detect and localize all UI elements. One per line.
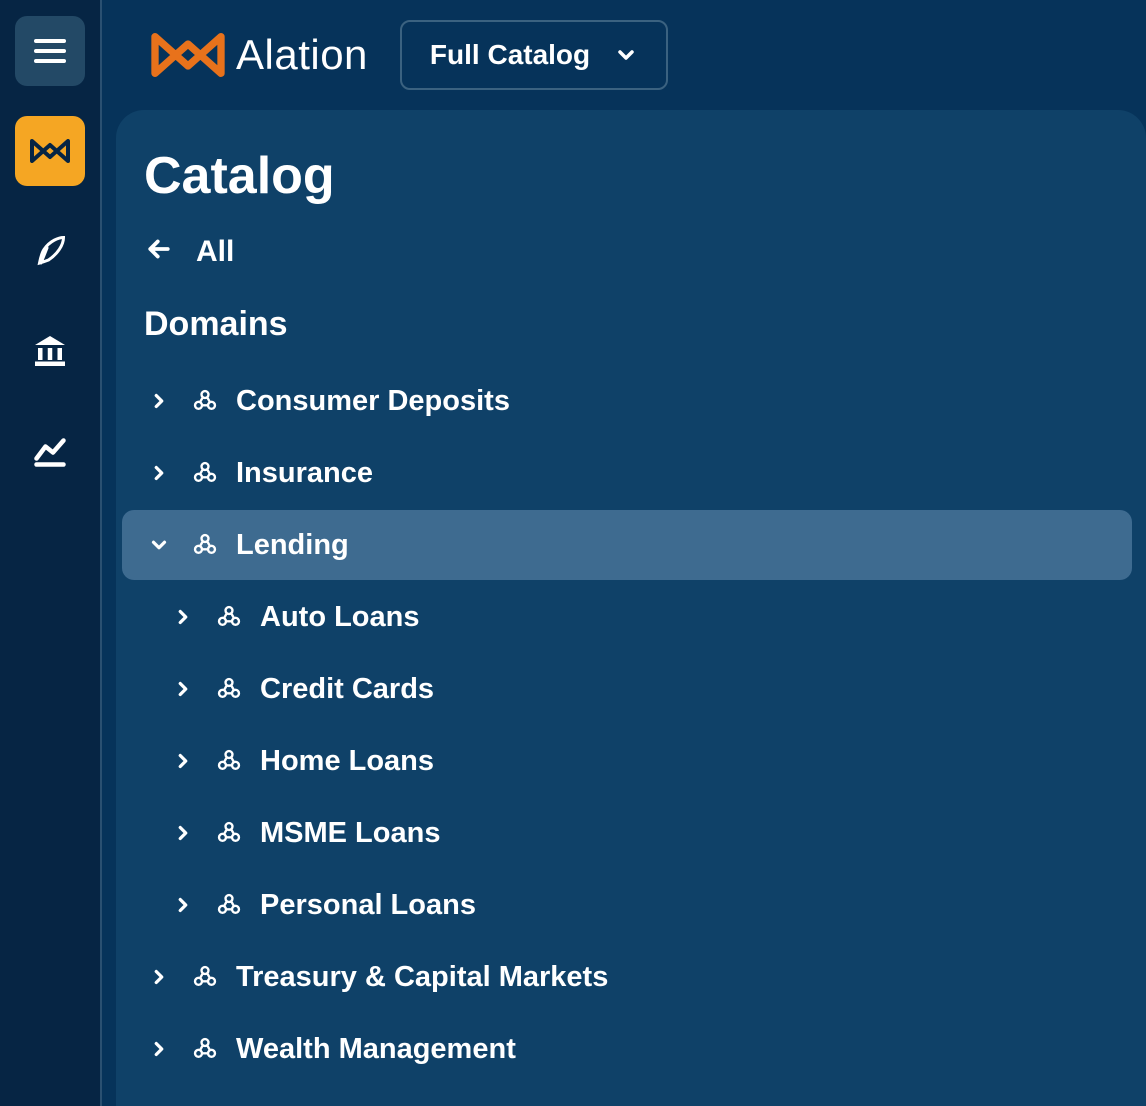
domain-label: Lending [236, 529, 349, 562]
catalog-scope-label: Full Catalog [430, 39, 590, 71]
chevron-right-icon[interactable] [144, 458, 174, 488]
domain-icon [190, 386, 220, 416]
domain-icon [190, 530, 220, 560]
domain-icon [214, 818, 244, 848]
domain-icon [190, 458, 220, 488]
domain-icon [190, 962, 220, 992]
bowtie-icon [150, 33, 226, 77]
domain-icon [214, 602, 244, 632]
subdomain-row[interactable]: Personal Loans [116, 870, 1146, 940]
domains-heading: Domains [116, 305, 1146, 344]
bank-icon [32, 333, 68, 369]
feather-icon [32, 233, 68, 269]
domain-row[interactable]: Insurance [116, 438, 1146, 508]
domain-row[interactable]: Consumer Deposits [116, 366, 1146, 436]
subdomain-row[interactable]: MSME Loans [116, 798, 1146, 868]
domain-row[interactable]: Wealth Management [116, 1014, 1146, 1084]
nav-item-governance[interactable] [15, 316, 85, 386]
menu-toggle-button[interactable] [15, 16, 85, 86]
subdomain-row[interactable]: Auto Loans [116, 582, 1146, 652]
subdomain-label: MSME Loans [260, 817, 440, 850]
domain-tree: Consumer Deposits Insurance Lending Auto Lo… [116, 366, 1146, 1084]
subdomain-label: Home Loans [260, 745, 434, 778]
nav-item-compose[interactable] [15, 216, 85, 286]
subdomain-row[interactable]: Home Loans [116, 726, 1146, 796]
domain-row[interactable]: Treasury & Capital Markets [116, 942, 1146, 1012]
subdomain-row[interactable]: Credit Cards [116, 654, 1146, 724]
subdomain-label: Auto Loans [260, 601, 420, 634]
page-title: Catalog [116, 146, 1146, 206]
chevron-down-icon[interactable] [144, 530, 174, 560]
chevron-right-icon[interactable] [144, 386, 174, 416]
chevron-right-icon[interactable] [168, 602, 198, 632]
nav-item-analytics[interactable] [15, 416, 85, 486]
domain-icon [214, 674, 244, 704]
domain-label: Consumer Deposits [236, 385, 510, 418]
arrow-left-icon [144, 234, 174, 269]
chevron-right-icon[interactable] [168, 674, 198, 704]
chevron-right-icon[interactable] [144, 962, 174, 992]
chevron-right-icon[interactable] [168, 818, 198, 848]
domain-icon [214, 746, 244, 776]
main-area: Alation Full Catalog Catalog All Domains… [102, 0, 1146, 1106]
domain-icon [190, 1034, 220, 1064]
brand-name: Alation [236, 31, 368, 79]
chevron-right-icon[interactable] [168, 746, 198, 776]
hamburger-icon [34, 39, 66, 63]
content-panel: Catalog All Domains Consumer Deposits Ins… [116, 110, 1146, 1106]
domain-icon [214, 890, 244, 920]
chevron-right-icon[interactable] [144, 1034, 174, 1064]
breadcrumb-back[interactable]: All [116, 234, 1146, 269]
nav-item-catalog[interactable] [15, 116, 85, 186]
nav-rail [0, 0, 102, 1106]
domain-label: Wealth Management [236, 1033, 516, 1066]
subdomain-label: Personal Loans [260, 889, 476, 922]
domain-row[interactable]: Lending [122, 510, 1132, 580]
chevron-right-icon[interactable] [168, 890, 198, 920]
catalog-scope-dropdown[interactable]: Full Catalog [400, 20, 668, 90]
chevron-down-icon [614, 43, 638, 67]
area-chart-icon [32, 433, 68, 469]
bowtie-icon [30, 139, 70, 163]
subdomain-label: Credit Cards [260, 673, 434, 706]
brand-logo[interactable]: Alation [150, 31, 368, 79]
domain-label: Treasury & Capital Markets [236, 961, 608, 994]
topbar: Alation Full Catalog [102, 0, 1146, 110]
breadcrumb-label: All [196, 235, 234, 269]
domain-label: Insurance [236, 457, 373, 490]
